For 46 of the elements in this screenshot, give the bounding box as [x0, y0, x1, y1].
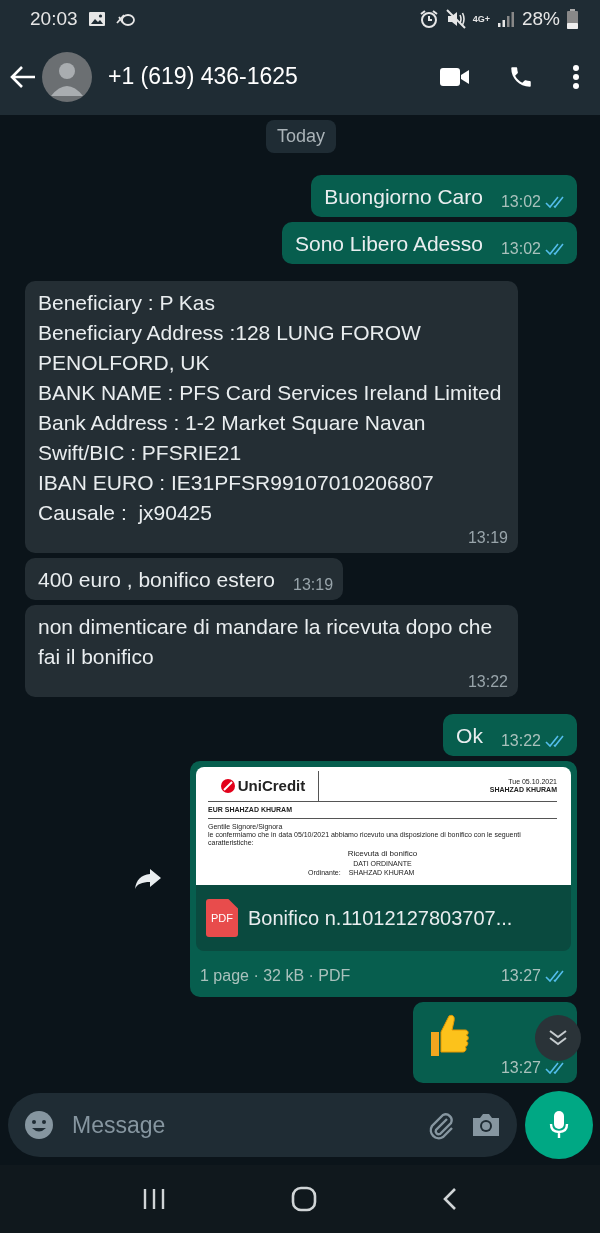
- home-icon[interactable]: [291, 1186, 317, 1212]
- message-time: 13:27: [500, 1058, 541, 1078]
- message-text: 400 euro , bonifico estero: [38, 567, 275, 593]
- video-camera-icon[interactable]: [440, 66, 470, 87]
- bank-logo-text: UniCredit: [237, 782, 306, 790]
- message-text: Beneficiary : P Kas Beneficiary Address :128 LUNG FOROW PENOLFORD, UK BANK NAME : PFS Card Services Ireland Limited Bank Address : 1-2 Market Square Navan Swift/BIC : PFSRIE21 IBAN EURO : IE31PFSR99107010206807 Causale : jx90425: [38, 290, 503, 526]
- message-time: 13:02: [500, 239, 541, 259]
- camera-icon[interactable]: [471, 1112, 501, 1138]
- forward-icon[interactable]: [134, 868, 162, 890]
- double-chevron-icon: [548, 1029, 568, 1047]
- more-options-icon[interactable]: [572, 63, 580, 90]
- message-text: Buongiorno Caro: [324, 184, 483, 210]
- battery-percentage: 28%: [521, 8, 560, 30]
- file-details: 1 page · 32 kB · PDF: [200, 966, 351, 986]
- network-type: 4G+: [472, 14, 490, 24]
- recent-apps-icon[interactable]: [142, 1188, 167, 1210]
- battery-icon: [567, 9, 578, 29]
- logo-icon: [220, 779, 235, 793]
- contact-name[interactable]: +1 (619) 436-1625: [108, 63, 298, 90]
- message-text: Ok: [456, 723, 483, 749]
- signal-icon: [496, 10, 515, 28]
- message-time: 13:22: [500, 731, 541, 751]
- microphone-icon: [549, 1110, 569, 1140]
- file-type-icon: PDF: [206, 899, 238, 937]
- file-name: Bonifico n.11012127803707...: [248, 906, 513, 931]
- message-text: Sono Libero Adesso: [294, 231, 483, 257]
- notification-icon: [115, 11, 136, 27]
- message-time: 13:22: [467, 672, 508, 692]
- message-time: 13:02: [500, 192, 541, 212]
- emoji-icon[interactable]: [24, 1110, 54, 1140]
- message-time: 13:19: [293, 575, 334, 595]
- document-heading: Ricevuta di bonifico: [347, 850, 418, 858]
- message-time: 13:19: [467, 528, 508, 548]
- back-arrow-icon[interactable]: [10, 65, 36, 88]
- paperclip-icon[interactable]: [427, 1110, 455, 1140]
- mute-icon: [445, 9, 466, 29]
- alarm-clock-icon: [418, 9, 439, 29]
- clock-time: 20:03: [30, 8, 78, 30]
- avatar-image[interactable]: [42, 51, 92, 102]
- image-icon: [87, 11, 106, 27]
- back-icon[interactable]: [441, 1187, 458, 1211]
- date-chip: Today: [265, 120, 336, 153]
- message-time: 13:27: [500, 966, 541, 986]
- message-text: non dimenticare di mandare la ricevuta dopo che fai il bonifico: [38, 614, 494, 670]
- document-message[interactable]: [190, 761, 577, 997]
- message-input-field[interactable]: Message: [8, 1093, 517, 1157]
